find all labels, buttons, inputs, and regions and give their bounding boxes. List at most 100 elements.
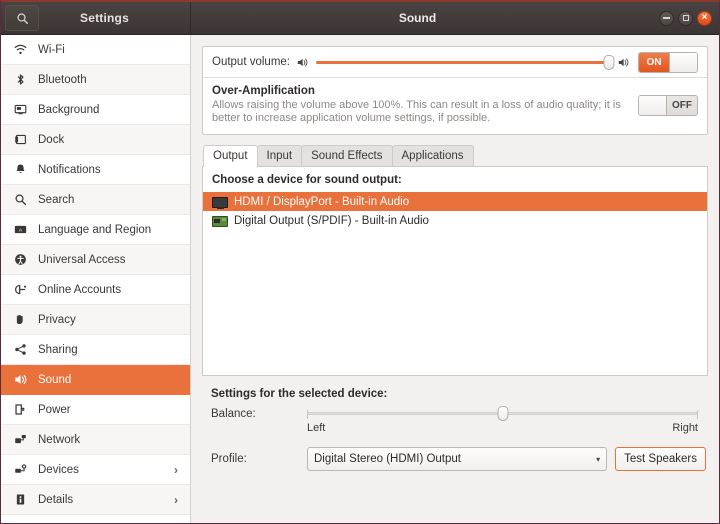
bluetooth-icon bbox=[12, 73, 29, 86]
sidebar-item-language-and-region[interactable]: A Language and Region bbox=[1, 215, 190, 245]
settings-heading: Settings for the selected device: bbox=[211, 388, 388, 400]
sidebar-item-label: Language and Region bbox=[38, 223, 152, 236]
tab-applications[interactable]: Applications bbox=[391, 145, 474, 166]
title-bar-main-section: Sound × bbox=[191, 2, 719, 34]
over-amplification-text: Over-Amplification Allows raising the vo… bbox=[212, 85, 638, 125]
sidebar-item-label: Sharing bbox=[38, 343, 78, 356]
speaker-icon bbox=[297, 57, 309, 68]
sidebar-item-wi-fi[interactable]: Wi-Fi bbox=[1, 35, 190, 65]
background-icon bbox=[14, 104, 27, 115]
speaker-loud-icon bbox=[618, 57, 630, 68]
search-icon bbox=[12, 193, 29, 206]
power-icon bbox=[15, 404, 25, 415]
settings-window: Settings Sound × Wi-Fi Bluetooth Backgroun… bbox=[0, 0, 720, 524]
sidebar-item-bluetooth[interactable]: Bluetooth bbox=[1, 65, 190, 95]
privacy-hand-icon bbox=[16, 314, 23, 325]
balance-right-label: Right bbox=[672, 422, 698, 434]
sidebar-item-label: Universal Access bbox=[38, 253, 126, 266]
sidebar-item-label: Search bbox=[38, 193, 75, 206]
sound-icon bbox=[15, 374, 27, 385]
toggle-knob bbox=[669, 52, 697, 72]
sidebar-item-label: Devices bbox=[38, 463, 79, 476]
tab-sound-effects[interactable]: Sound Effects bbox=[301, 145, 393, 166]
sidebar-item-label: Online Accounts bbox=[38, 283, 122, 296]
dock-icon bbox=[12, 133, 29, 146]
output-volume-slider[interactable] bbox=[315, 54, 615, 70]
sound-panel: Output volume: ON Over-Amplification All… bbox=[191, 35, 719, 523]
profile-row: Profile: Digital Stereo (HDMI) Output ▾ … bbox=[204, 447, 706, 471]
devices-icon bbox=[12, 463, 29, 476]
sound-icon bbox=[12, 373, 29, 386]
sidebar-item-power[interactable]: Power bbox=[1, 395, 190, 425]
sidebar-item-online-accounts[interactable]: Online Accounts bbox=[1, 275, 190, 305]
bell-icon bbox=[16, 164, 25, 174]
online-accounts-icon bbox=[12, 283, 29, 296]
test-speakers-button[interactable]: Test Speakers bbox=[615, 447, 706, 471]
device-list: HDMI / DisplayPort - Built-in Audio Digit… bbox=[203, 192, 707, 230]
over-amplification-row: Over-Amplification Allows raising the vo… bbox=[203, 78, 707, 134]
volume-slider-handle[interactable] bbox=[603, 54, 615, 70]
balance-row: Balance: Left Right bbox=[204, 405, 706, 434]
sidebar-item-label: Notifications bbox=[38, 163, 101, 176]
sharing-icon bbox=[12, 343, 29, 356]
toggle-off-label: OFF bbox=[667, 95, 697, 115]
online-accounts-icon bbox=[15, 284, 27, 295]
balance-slider-handle[interactable] bbox=[497, 405, 508, 421]
over-amplification-description: Allows raising the volume above 100%. Th… bbox=[212, 99, 621, 124]
monitor-icon bbox=[212, 196, 228, 209]
privacy-hand-icon bbox=[12, 313, 29, 326]
sidebar-item-sound[interactable]: Sound bbox=[1, 365, 190, 395]
devices-icon bbox=[15, 464, 27, 473]
wifi-icon bbox=[12, 43, 29, 56]
profile-selected-value: Digital Stereo (HDMI) Output bbox=[314, 453, 461, 465]
sidebar-item-label: Network bbox=[38, 433, 81, 446]
accessibility-icon bbox=[12, 253, 29, 266]
sidebar-item-sharing[interactable]: Sharing bbox=[1, 335, 190, 365]
balance-slider[interactable] bbox=[307, 405, 698, 421]
balance-captions: Left Right bbox=[307, 422, 698, 434]
sidebar-item-label: Privacy bbox=[38, 313, 76, 326]
language-icon: A bbox=[12, 223, 29, 236]
sidebar-item-search[interactable]: Search bbox=[1, 185, 190, 215]
details-icon bbox=[16, 494, 25, 505]
sound-card-icon bbox=[212, 215, 228, 227]
network-icon bbox=[15, 435, 26, 444]
chevron-down-icon: ▾ bbox=[596, 454, 601, 464]
profile-label: Profile: bbox=[211, 453, 247, 465]
sidebar-item-background[interactable]: Background bbox=[1, 95, 190, 125]
choose-device-label: Choose a device for sound output: bbox=[212, 174, 402, 186]
device-list-item[interactable]: HDMI / DisplayPort - Built-in Audio bbox=[203, 192, 707, 211]
volume-frame: Output volume: ON Over-Amplification All… bbox=[202, 46, 708, 135]
sidebar-item-devices[interactable]: Devices › bbox=[1, 455, 190, 485]
sidebar-item-notifications[interactable]: Notifications bbox=[1, 155, 190, 185]
over-amplification-toggle[interactable]: OFF bbox=[638, 94, 698, 116]
profile-dropdown[interactable]: Digital Stereo (HDMI) Output ▾ bbox=[307, 447, 608, 471]
window-body: Wi-Fi Bluetooth Background Dock Notification… bbox=[1, 35, 719, 523]
selected-device-settings: Settings for the selected device: Balanc… bbox=[202, 376, 708, 471]
close-button[interactable]: × bbox=[697, 10, 712, 26]
sidebar-item-universal-access[interactable]: Universal Access bbox=[1, 245, 190, 275]
title-bar: Settings Sound × bbox=[1, 2, 719, 35]
sidebar-item-label: Sound bbox=[38, 373, 72, 386]
sidebar-item-label: Bluetooth bbox=[38, 73, 87, 86]
sidebar-item-privacy[interactable]: Privacy bbox=[1, 305, 190, 335]
tab-output[interactable]: Output bbox=[203, 145, 258, 167]
minimize-button[interactable] bbox=[659, 10, 674, 26]
device-list-item[interactable]: Digital Output (S/PDIF) - Built-in Audio bbox=[203, 211, 707, 230]
sidebar-item-label: Wi-Fi bbox=[38, 43, 65, 56]
output-volume-toggle[interactable]: ON bbox=[638, 51, 698, 73]
window-title: Sound bbox=[398, 11, 437, 25]
sound-tabs: Output Input Sound Effects Applications bbox=[202, 145, 708, 167]
wifi-icon bbox=[14, 44, 27, 55]
sidebar-item-network[interactable]: Network bbox=[1, 425, 190, 455]
sidebar-item-dock[interactable]: Dock bbox=[1, 125, 190, 155]
balance-slider-column: Left Right bbox=[307, 405, 706, 434]
bell-icon bbox=[12, 163, 29, 176]
sidebar-item-details[interactable]: Details › bbox=[1, 485, 190, 515]
tab-input[interactable]: Input bbox=[256, 145, 303, 166]
balance-left-label: Left bbox=[307, 422, 326, 434]
chevron-right-icon: › bbox=[174, 492, 178, 507]
search-button[interactable] bbox=[5, 5, 39, 31]
output-device-panel: Choose a device for sound output: HDMI /… bbox=[202, 167, 708, 376]
maximize-button[interactable] bbox=[678, 10, 693, 26]
